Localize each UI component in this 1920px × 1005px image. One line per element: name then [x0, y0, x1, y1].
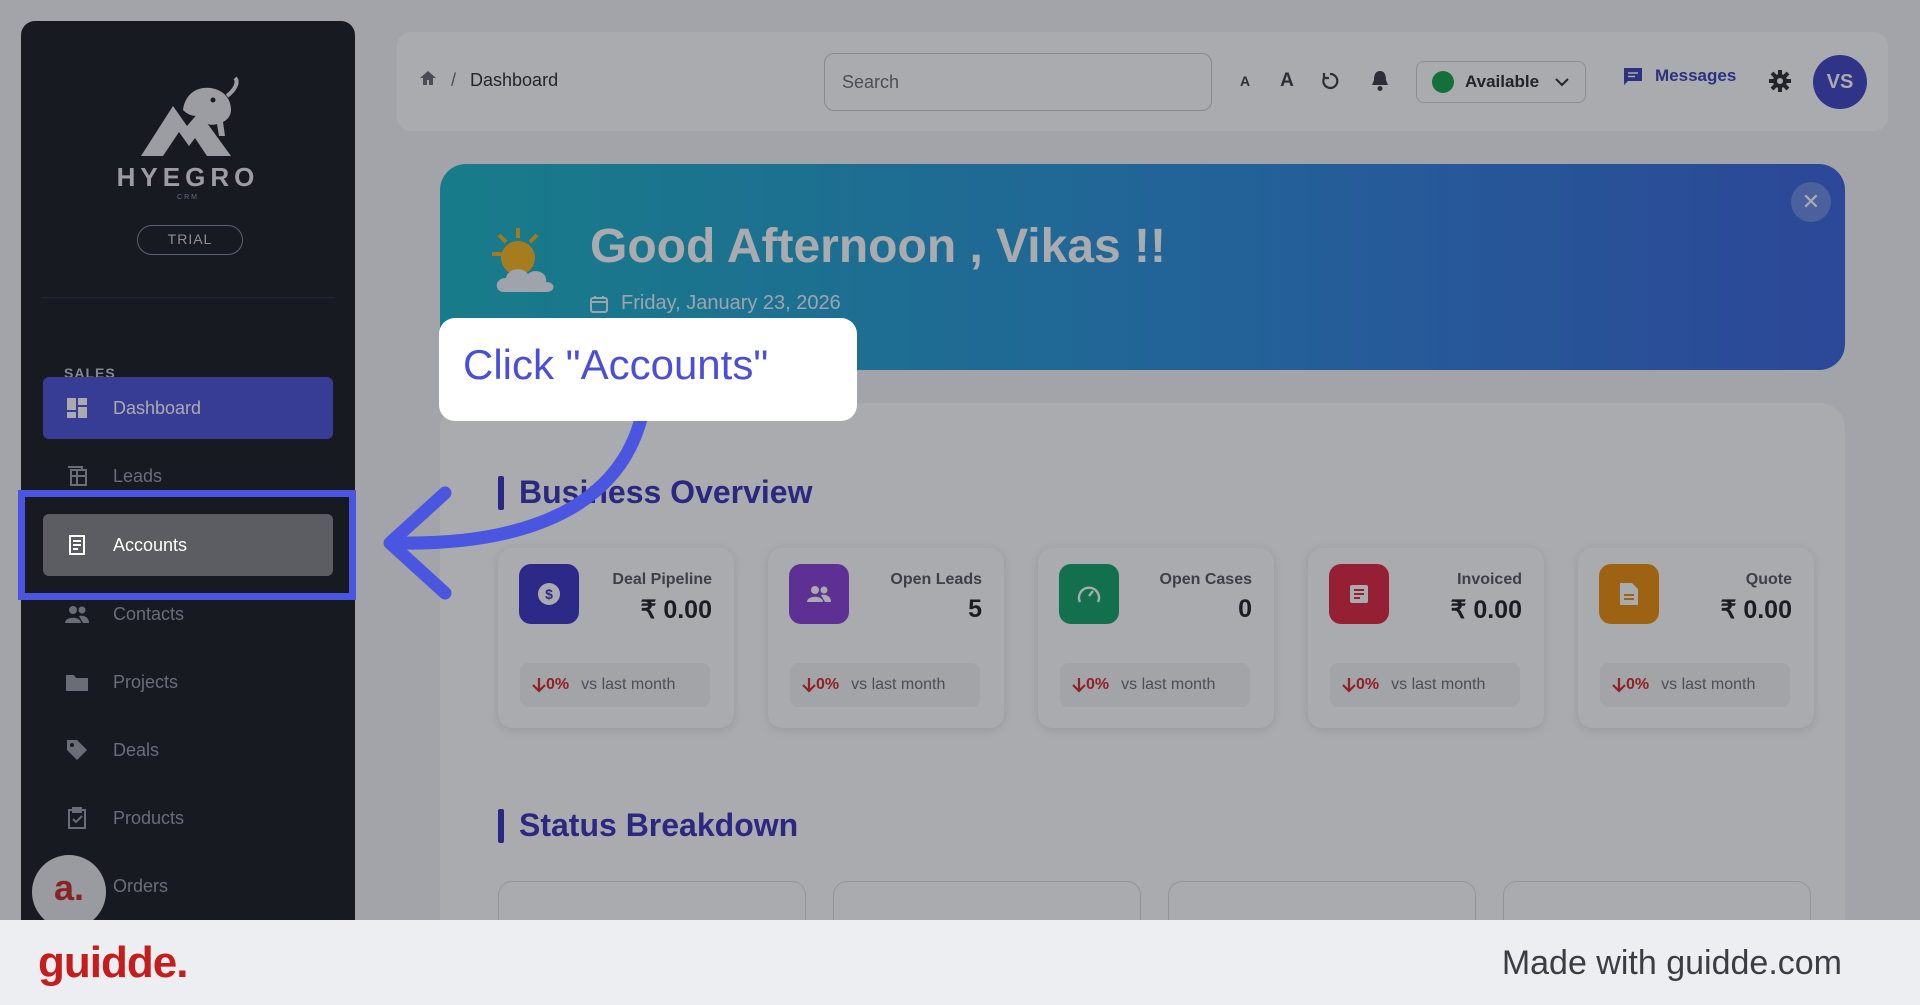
app-window: HYEGRO CRM TRIAL SALES Dashboard Leads A…: [0, 0, 1920, 920]
instruction-callout: Click "Accounts": [439, 318, 857, 421]
made-with-text[interactable]: Made with guidde.com: [1502, 944, 1842, 983]
pointer-arrow-icon: [383, 408, 649, 600]
highlight-frame: [18, 490, 356, 600]
footer-bar: guidde. Made with guidde.com: [0, 920, 1920, 1005]
tutorial-overlay: [0, 0, 1920, 920]
guidde-logo[interactable]: guidde.: [38, 938, 188, 988]
